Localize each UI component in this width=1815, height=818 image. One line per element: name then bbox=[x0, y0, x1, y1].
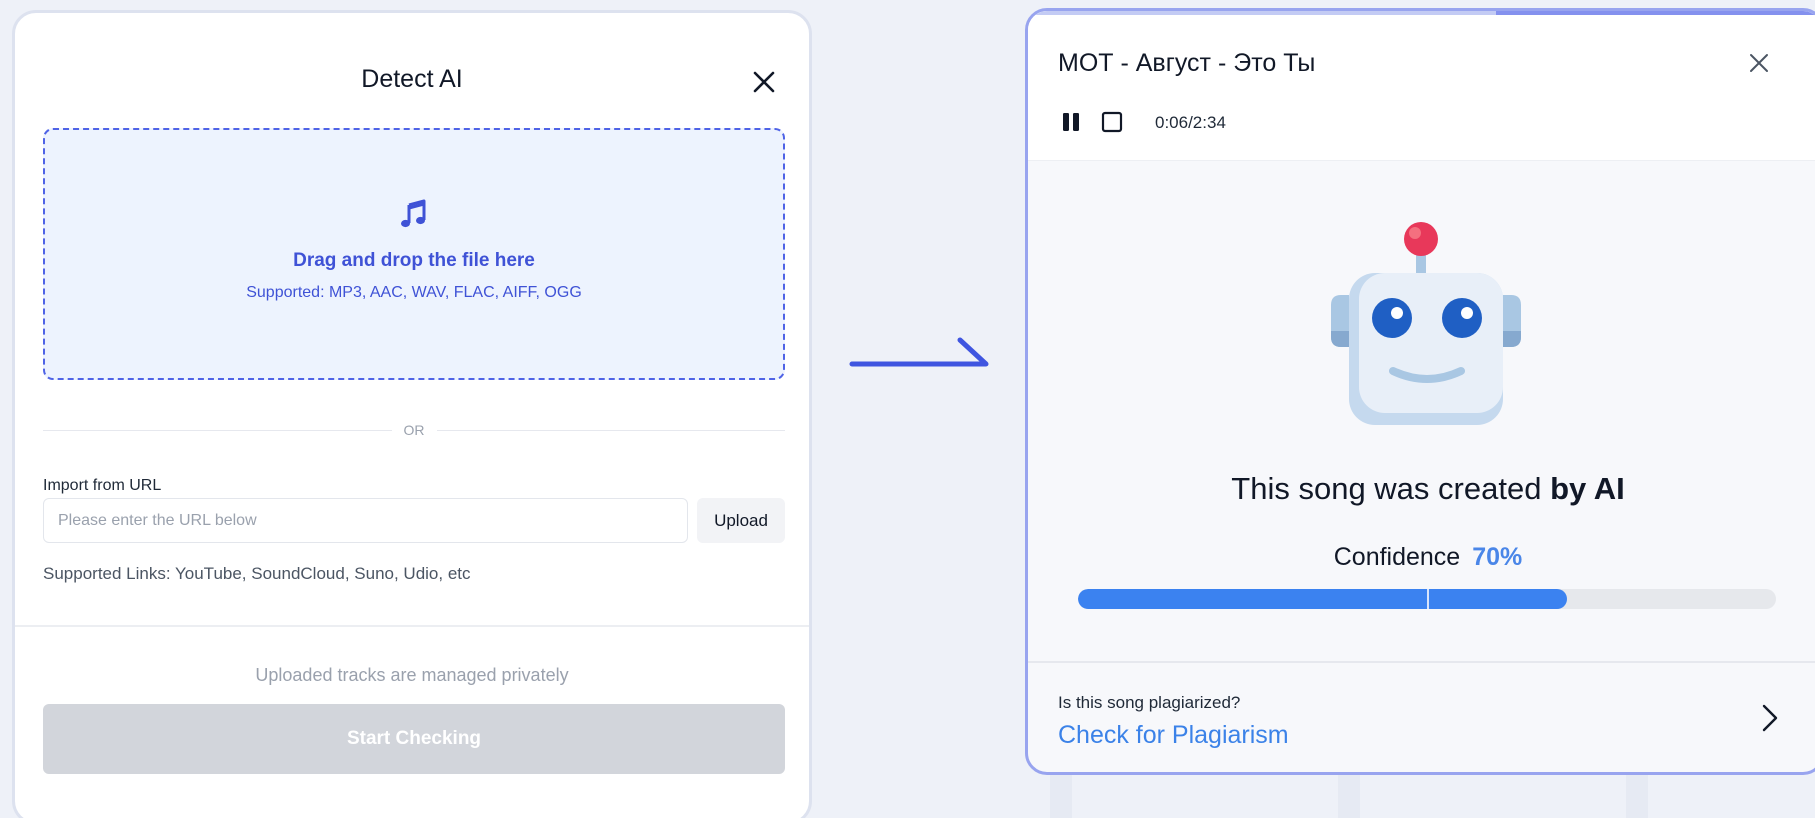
pause-icon[interactable] bbox=[1060, 111, 1082, 133]
background-column bbox=[1626, 770, 1648, 818]
confidence-percent: 70% bbox=[1472, 543, 1523, 571]
verdict-prefix: This song was created bbox=[1231, 471, 1542, 506]
upload-dialog: Detect AI Drag and drop the file here Su… bbox=[12, 10, 812, 818]
playback-time: 0:06/2:34 bbox=[1155, 113, 1226, 132]
start-checking-button[interactable]: Start Checking bbox=[43, 704, 785, 774]
divider-line bbox=[436, 429, 785, 431]
upload-button[interactable]: Upload bbox=[697, 498, 785, 543]
chevron-right-icon[interactable] bbox=[1760, 703, 1780, 733]
or-divider: OR bbox=[43, 420, 785, 440]
result-dialog: МОТ - Август - Это Ты 0:06/2:34 This son… bbox=[1025, 8, 1815, 775]
verdict-text: This song was created by AI bbox=[1028, 471, 1815, 507]
url-input[interactable] bbox=[43, 498, 688, 543]
confidence-row: Confidence 70% bbox=[1028, 543, 1815, 572]
confidence-bar bbox=[1078, 589, 1776, 609]
supported-formats: Supported: MP3, AAC, WAV, FLAC, AIFF, OG… bbox=[246, 284, 582, 301]
dropzone-title: Drag and drop the file here bbox=[293, 250, 535, 271]
music-note-icon bbox=[401, 199, 426, 228]
verdict-emphasis: by AI bbox=[1550, 471, 1625, 506]
url-import-label: Import from URL bbox=[43, 477, 162, 494]
playback-progress-track bbox=[1028, 11, 1815, 15]
section-divider bbox=[1028, 661, 1815, 663]
privacy-note: Uploaded tracks are managed privately bbox=[255, 665, 569, 685]
confidence-bar-fill bbox=[1078, 589, 1567, 609]
background-column bbox=[1338, 770, 1360, 818]
dialog-title: Detect AI bbox=[361, 65, 463, 93]
track-title: МОТ - Август - Это Ты bbox=[1058, 49, 1316, 77]
or-label: OR bbox=[403, 422, 425, 438]
confidence-label: Confidence bbox=[1333, 543, 1461, 571]
stop-icon[interactable] bbox=[1101, 111, 1123, 133]
close-icon[interactable] bbox=[1745, 49, 1773, 77]
arrow-right-icon bbox=[849, 337, 989, 367]
robot-icon bbox=[1331, 222, 1521, 425]
plagiarism-question: Is this song plagiarized? bbox=[1058, 693, 1241, 712]
player-header: МОТ - Август - Это Ты 0:06/2:34 bbox=[1028, 11, 1815, 161]
section-divider bbox=[15, 625, 809, 627]
close-icon[interactable] bbox=[749, 67, 779, 97]
supported-links: Supported Links: YouTube, SoundCloud, Su… bbox=[43, 564, 471, 583]
check-plagiarism-link[interactable]: Check for Plagiarism bbox=[1058, 721, 1289, 750]
file-dropzone[interactable]: Drag and drop the file here Supported: M… bbox=[43, 128, 785, 380]
divider-line bbox=[43, 429, 392, 431]
playback-progress-fill bbox=[1496, 11, 1815, 15]
confidence-bar-midpoint bbox=[1427, 589, 1429, 609]
background-column bbox=[1050, 770, 1072, 818]
